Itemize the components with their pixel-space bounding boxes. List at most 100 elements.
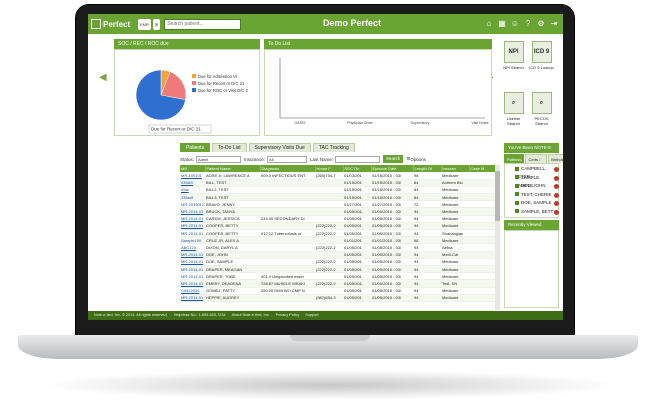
table-row[interactable]: MR-2014-01 DOE, SAMPLE (222)222-2 01/05/201… <box>180 258 495 266</box>
column-header[interactable]: Insuran <box>441 165 470 172</box>
mr-link[interactable]: C0522015 <box>180 287 205 295</box>
table-row[interactable]: 435AS BILL, TEST 01/15/201 01/15/2015 - 03/… <box>180 179 495 187</box>
status-select[interactable]: Admit <box>196 155 242 163</box>
notified-patient[interactable]: DOE, JOHN <box>515 182 559 190</box>
table-cell: 94 <box>413 279 441 288</box>
tab-0[interactable]: Patients <box>180 143 211 152</box>
mr-link[interactable]: MR-2014-01 <box>180 207 205 216</box>
table-row[interactable]: MR-2014-01 DRAPER, TOBE 401.9 Unspecified … <box>180 272 495 281</box>
column-header[interactable]: Diagnosis <box>260 165 316 172</box>
column-header[interactable]: SOC Dc <box>343 165 372 172</box>
column-header[interactable]: Case M <box>469 165 496 172</box>
table-row[interactable]: ABC123 DIXON, DARYL A (222)222-2 01/05/201 0… <box>180 243 495 252</box>
table-row[interactable]: 45ai BILL2, TEST 01/15/201 01/15/2015 - 03/… <box>180 186 495 195</box>
notified-tab-0[interactable]: Patients <box>504 154 525 163</box>
lastname-input[interactable] <box>335 155 381 163</box>
table-scrollbar[interactable] <box>495 165 500 310</box>
footer-link-privacy[interactable]: Privacy Policy <box>276 311 300 320</box>
quick-link[interactable]: NPI NPI Search <box>501 39 526 87</box>
building-icon[interactable]: ▦ <box>497 18 507 29</box>
emr-button[interactable]: EMR <box>138 18 151 30</box>
quick-link[interactable]: ICD 9 ICD 9 Lookup <box>529 39 554 87</box>
footer-link-about[interactable]: About Note-e-fied, Inc. <box>232 311 270 320</box>
column-header[interactable]: MR <box>180 165 206 172</box>
help-icon[interactable]: ? <box>523 18 533 29</box>
table-cell: BRUCK, TANYA <box>205 207 260 216</box>
mr-link[interactable]: MR-2014-01 <box>180 258 205 266</box>
table-cell <box>469 265 495 274</box>
options-button[interactable]: Options <box>410 157 426 162</box>
home-icon[interactable]: ⌂ <box>484 18 494 29</box>
table-row[interactable]: MR-2014-01 CAREW, JESSICA 249.00 SECONDARY… <box>180 215 495 223</box>
dismiss-icon[interactable] <box>554 192 559 198</box>
table-row[interactable]: 436sdf BILL3, TEST 01/15/201 01/15/2015 - 0… <box>180 193 495 202</box>
column-header[interactable]: Patient Name <box>205 165 261 172</box>
mr-link[interactable]: MR-2014-01 <box>180 265 205 274</box>
app-logo[interactable]: Perfect <box>88 14 136 34</box>
column-header[interactable]: Home F <box>315 165 344 172</box>
dismiss-icon[interactable] <box>554 175 559 181</box>
recent-title: Recently Viewed <box>504 220 559 230</box>
app-title: Demo Perfect <box>323 18 382 28</box>
mr-link[interactable]: MR-2014-01 <box>180 215 205 223</box>
notified-patient[interactable]: SAMPLE, BETTY <box>515 208 559 216</box>
mr-link[interactable]: MR-100101 <box>180 172 205 180</box>
column-header[interactable]: Episode Date <box>371 165 414 172</box>
notified-tab-2[interactable]: Birthdays <box>548 154 563 163</box>
table-row[interactable]: MR-100101 ACRE Jr, LAWRENCE A 009.0 INFECT… <box>180 172 495 180</box>
mr-link[interactable]: MR-20150127 <box>180 200 205 209</box>
table-cell: Medicare <box>441 272 469 281</box>
dismiss-icon[interactable] <box>554 209 559 215</box>
table-row[interactable]: MR-2014-01 DRAPER, MEAGAN (222)222-2 01/05/… <box>180 265 495 274</box>
chevron-left-icon[interactable]: ◀ <box>99 72 107 83</box>
table-row[interactable]: MR-2014-01 DOE, JOHN 01/05/201 01/05/2015 -… <box>180 251 495 259</box>
mr-link[interactable]: MR-2014-01 <box>180 222 205 231</box>
table-row[interactable]: Sample100 CRUZ JR, ALEX A 01/01/201 01/01/2… <box>180 236 495 245</box>
search-button[interactable]: Search <box>383 155 404 163</box>
footer-link-support[interactable]: Support <box>305 311 318 320</box>
dismiss-icon[interactable] <box>554 167 559 172</box>
tab-3[interactable]: TAC Tracking <box>312 143 355 152</box>
table-cell: 009.0 INFECTIOUS ENT <box>260 172 315 180</box>
patient-search-input[interactable] <box>164 18 242 30</box>
table-row[interactable]: MR-20150127 BRAVO, JENNY 01/27/201 01/27/20… <box>180 200 495 209</box>
mr-link[interactable]: MR-2014-01 <box>180 294 205 302</box>
patient-icon <box>515 209 519 214</box>
quick-link-label: License Search <box>506 116 521 126</box>
tab-2[interactable]: Supervisory Visits Due <box>248 143 311 152</box>
notified-patient[interactable]: SAMPLE, SAMPLE <box>515 174 559 188</box>
dismiss-icon[interactable] <box>554 184 559 189</box>
mr-link[interactable]: Sample100 <box>180 236 205 245</box>
table-cell <box>469 251 495 259</box>
table-row[interactable]: MR-2014-01 HEPPIE, AUDREY (987)654-3 01/05/… <box>180 294 495 302</box>
table-row[interactable]: MR-2014-01 COOPER, BETTY (222)222-2 01/05/2… <box>180 222 495 231</box>
quick-link[interactable]: ⌕ PECOS Search <box>529 90 554 138</box>
notified-patient[interactable]: DOE, SAMPLE <box>515 199 559 207</box>
mr-link[interactable]: MR-2014-01 <box>180 272 205 281</box>
mr-link[interactable]: 436sdf <box>180 193 205 202</box>
mr-link[interactable]: ABC123 <box>180 243 205 252</box>
people-icon[interactable]: ☺ <box>510 18 520 29</box>
mr-link[interactable]: MR-2014-01 <box>180 279 205 288</box>
notified-tab-1[interactable]: Certs / Licenses <box>525 154 548 171</box>
mail-icon[interactable]: ✉ <box>152 18 161 30</box>
mr-link[interactable]: MR-2014-01 <box>180 251 205 259</box>
mr-link[interactable]: MR-2014-01 <box>180 229 205 238</box>
mr-link[interactable]: 45ai <box>180 186 205 195</box>
tab-1[interactable]: To-Do List <box>212 143 247 152</box>
table-row[interactable]: MR-2014-01 COOPER, BETTY 012.12 Tuberculos… <box>180 229 495 238</box>
scrollbar-thumb[interactable] <box>495 171 500 221</box>
table-row[interactable]: C0522015 GOMEZ, PATTY 250.00 DMII WO CMP N… <box>180 287 495 295</box>
notified-patient[interactable]: CAMPBELL, PETER <box>515 165 559 179</box>
logout-icon[interactable]: ⇥ <box>549 18 559 29</box>
table-row[interactable]: MR-2014-01 EMERY, DEADENA 728.87 MUSCLE WE… <box>180 279 495 288</box>
insurance-select[interactable]: All <box>267 155 308 163</box>
settings-icon[interactable]: ⚙ <box>536 18 546 29</box>
mr-link[interactable]: 435AS <box>180 179 205 187</box>
quick-link[interactable]: ⌕ License Search <box>501 90 526 138</box>
dismiss-icon[interactable] <box>554 201 559 206</box>
notified-patient[interactable]: TEST, CHERIE <box>515 191 559 199</box>
column-header[interactable]: Length Of <box>413 165 442 172</box>
patients-table: MR Patient Name Diagnosis Home F SOC Dc Episo… <box>180 165 496 302</box>
table-row[interactable]: MR-2014-01 BRUCK, TANYA 01/05/201 01/05/201… <box>180 207 495 216</box>
